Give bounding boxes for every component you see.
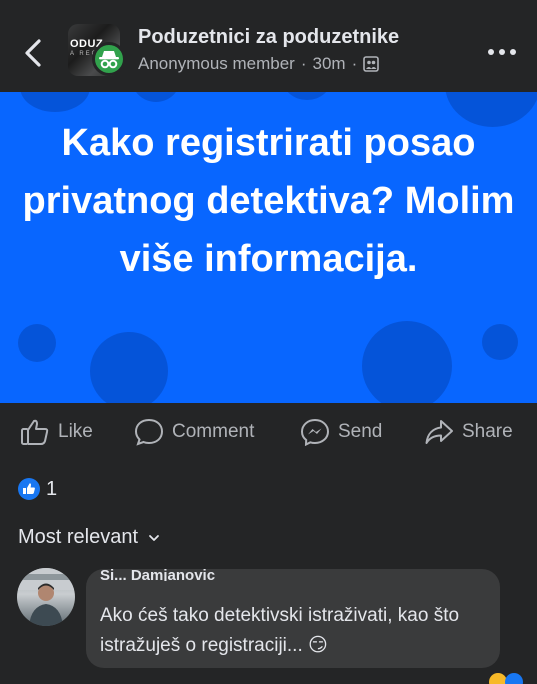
reaction-count[interactable]: 1 bbox=[46, 478, 57, 501]
comment-sort-label: Most relevant bbox=[18, 526, 139, 548]
post-banner-text: Kako registrirati posao privatnog detekt… bbox=[22, 122, 515, 280]
post-time[interactable]: 30m bbox=[313, 54, 346, 74]
comment-bubble[interactable]: Si... Damjanovic Ako ćeš tako detektivsk… bbox=[86, 567, 500, 668]
share-label: Share bbox=[462, 421, 513, 442]
comment-text: Ako ćeš tako detektivski istraživati, ka… bbox=[100, 605, 460, 656]
incognito-icon bbox=[482, 324, 518, 360]
author-name: Anonymous member bbox=[138, 54, 295, 73]
share-arrow-icon bbox=[425, 420, 453, 444]
chevron-left-icon[interactable] bbox=[22, 38, 44, 68]
post-header: ODUZ A REG Poduzetnici za poduzetnike An… bbox=[0, 0, 537, 92]
comment-reaction-icon[interactable] bbox=[488, 670, 528, 684]
incognito-icon bbox=[132, 92, 180, 102]
group-name[interactable]: Poduzetnici za poduzetnike bbox=[138, 26, 399, 49]
incognito-icon bbox=[282, 92, 332, 100]
incognito-icon bbox=[362, 321, 452, 403]
incognito-icon bbox=[20, 92, 90, 112]
messenger-icon bbox=[300, 418, 330, 446]
post-banner: Kako registrirati posao privatnog detekt… bbox=[0, 92, 537, 403]
like-label: Like bbox=[58, 421, 93, 442]
comment-sort-dropdown[interactable]: Most relevant bbox=[18, 526, 160, 549]
incognito-icon bbox=[90, 332, 168, 403]
incognito-icon bbox=[18, 324, 56, 362]
comment-button[interactable]: Comment bbox=[134, 417, 254, 447]
commenter-name[interactable]: Si... Damjanovic bbox=[100, 567, 215, 581]
thumbs-up-icon bbox=[21, 419, 49, 445]
more-horizontal-icon[interactable] bbox=[486, 44, 518, 60]
incognito-icon bbox=[92, 42, 126, 76]
meta-separator: · bbox=[351, 54, 358, 73]
send-button[interactable]: Send bbox=[300, 417, 382, 447]
avatar[interactable] bbox=[17, 568, 75, 626]
like-button[interactable]: Like bbox=[20, 417, 93, 447]
share-button[interactable]: Share bbox=[424, 417, 513, 447]
chevron-down-icon bbox=[149, 534, 159, 541]
comment-bubble-icon bbox=[134, 418, 164, 446]
like-reaction-icon[interactable] bbox=[18, 478, 40, 500]
post-actions-bar: Like Comment Send Share bbox=[0, 403, 537, 461]
comment-label: Comment bbox=[172, 421, 255, 442]
post-meta: Anonymous member · 30m · bbox=[138, 54, 380, 74]
send-label: Send bbox=[338, 421, 383, 442]
group-icon bbox=[363, 56, 380, 72]
meta-separator: · bbox=[300, 54, 307, 73]
